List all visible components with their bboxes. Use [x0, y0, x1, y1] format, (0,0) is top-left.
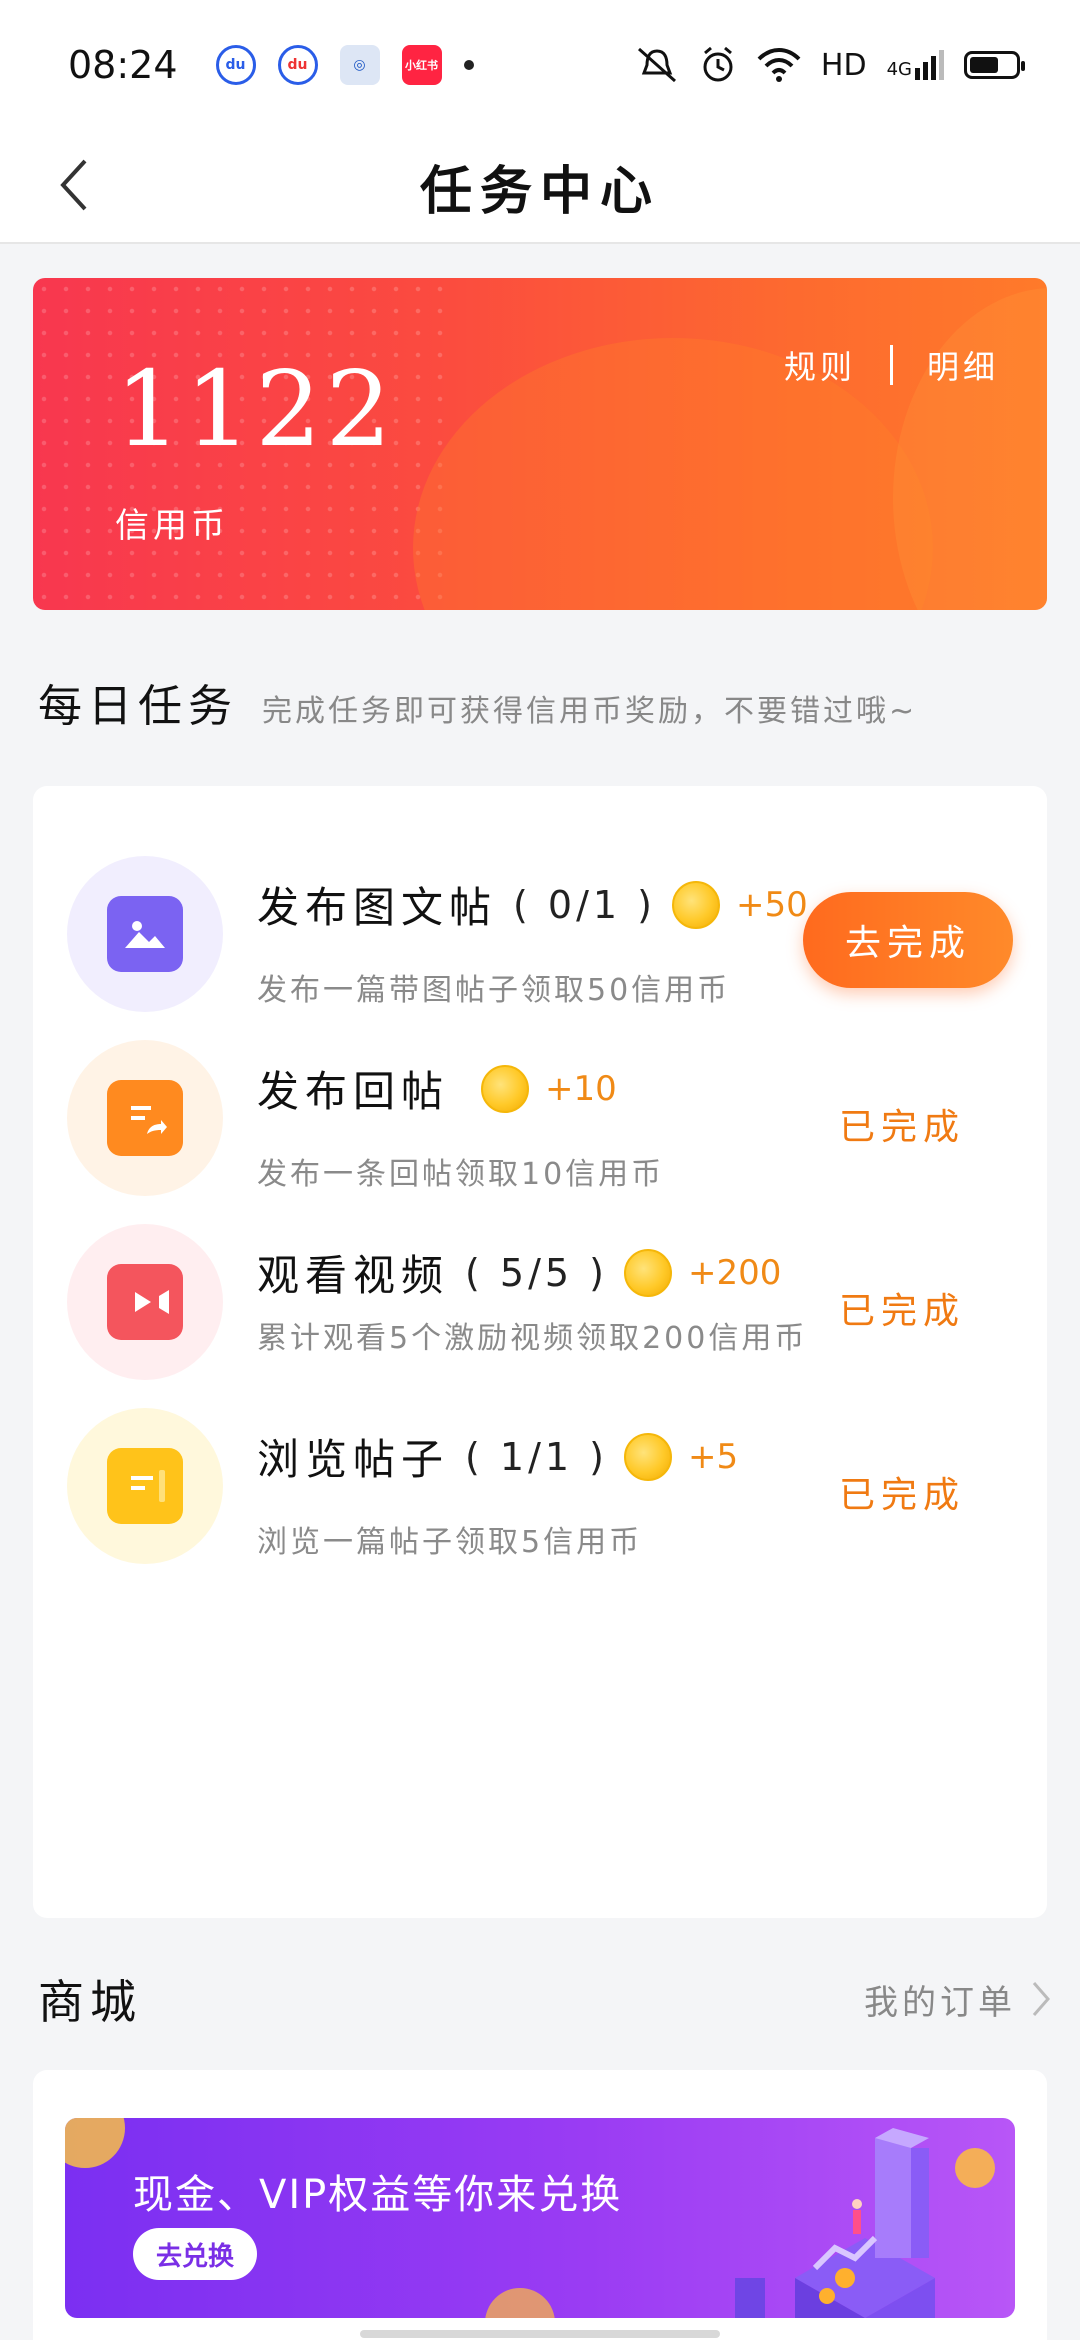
- banner-decoration: [65, 2118, 125, 2168]
- task-title-row: 发布图文帖 ( 0/1 ) +50: [257, 874, 808, 935]
- coin-icon: [671, 880, 720, 929]
- task-description: 浏览一篇帖子领取5信用币: [257, 1525, 643, 1560]
- task-title: 发布图文帖: [257, 883, 498, 932]
- status-time: 08:24: [68, 43, 178, 87]
- task-progress: ( 1/1 ): [465, 1434, 608, 1479]
- reply-document-icon: [107, 1080, 183, 1156]
- task-title-row: 观看视频 ( 5/5 ) +200: [257, 1242, 781, 1303]
- signal-bar: [915, 68, 920, 80]
- task-reward: +200: [687, 1252, 782, 1293]
- task-completed-status: 已完成: [838, 1107, 965, 1148]
- coin-balance-amount: 1122: [115, 348, 396, 470]
- coin-balance-banner: 1122 信用币 规则 明细: [33, 278, 1047, 610]
- video-camera-icon: [107, 1264, 183, 1340]
- chevron-right-icon: [1032, 1982, 1050, 2016]
- rules-link[interactable]: 规则: [784, 342, 856, 388]
- document-icon: [107, 1448, 183, 1524]
- task-title-row: 发布回帖 +10: [257, 1058, 617, 1119]
- signal-bar: [939, 50, 944, 80]
- app-header: 任务中心: [0, 130, 1080, 244]
- network-type-label: HD: [820, 47, 867, 83]
- banner-decoration: [955, 2148, 995, 2188]
- baidu-app-icon-2: du: [277, 45, 318, 85]
- app-notification-icon: ◎: [339, 45, 380, 85]
- task-reward: +50: [735, 884, 808, 925]
- status-left: 08:24 du du ◎ 小红书: [68, 43, 474, 87]
- task-reward: +5: [687, 1436, 739, 1477]
- xiaohongshu-app-icon: 小红书: [401, 45, 442, 85]
- shop-card: 现金、VIP权益等你来兑换 去兑换: [33, 2070, 1047, 2340]
- isometric-building-illustration: [735, 2128, 935, 2318]
- task-title: 观看视频: [257, 1251, 450, 1300]
- back-button[interactable]: [38, 150, 108, 220]
- shop-header: 商城 我的订单: [38, 1964, 1052, 2034]
- image-icon: [107, 896, 183, 972]
- task-title: 发布回帖: [257, 1067, 450, 1116]
- battery-icon: [964, 51, 1025, 79]
- page-title: 任务中心: [419, 161, 660, 222]
- banner-decoration: [893, 288, 1047, 610]
- my-orders-label: 我的订单: [864, 1982, 1016, 2023]
- redeem-button[interactable]: 去兑换: [133, 2228, 257, 2280]
- task-title: 浏览帖子: [257, 1435, 450, 1484]
- divider: [889, 345, 893, 385]
- status-right: HD 4G: [635, 45, 1025, 85]
- signal-label: 4G: [886, 59, 912, 80]
- signal-indicator: 4G: [887, 50, 944, 80]
- task-item: 浏览帖子 ( 1/1 ) +5 浏览一篇帖子领取5信用币 已完成: [33, 1338, 1047, 1598]
- coin-icon: [623, 1432, 672, 1481]
- daily-tasks-subtitle: 完成任务即可获得信用币奖励，不要错过哦~: [262, 694, 918, 729]
- baidu-app-icon: du: [215, 45, 256, 85]
- alarm-icon: [703, 46, 733, 82]
- task-reward: +10: [545, 1068, 617, 1109]
- mute-bell-icon: [637, 47, 676, 83]
- more-notifications-dot: [463, 60, 474, 70]
- daily-tasks-header: 每日任务 完成任务即可获得信用币奖励，不要错过哦~: [38, 670, 917, 734]
- home-indicator[interactable]: [360, 2330, 720, 2338]
- coin-icon: [623, 1248, 672, 1297]
- signal-bar: [931, 56, 936, 80]
- coin-balance-unit: 信用币: [115, 506, 229, 546]
- shop-promo-text: 现金、VIP权益等你来兑换: [133, 2172, 623, 2218]
- task-list: 发布图文帖 ( 0/1 ) +50 发布一篇带图帖子领取50信用币 去完成 发布…: [33, 786, 1047, 1918]
- banner-links: 规则 明细: [784, 342, 999, 388]
- daily-tasks-title: 每日任务: [38, 681, 238, 732]
- status-bar: 08:24 du du ◎ 小红书 HD 4G: [0, 0, 1080, 130]
- task-completed-status: 已完成: [838, 1475, 965, 1516]
- task-progress: ( 5/5 ): [465, 1250, 608, 1295]
- task-title-row: 浏览帖子 ( 1/1 ) +5: [257, 1426, 738, 1487]
- shop-title: 商城: [38, 1975, 142, 2029]
- coin-icon: [481, 1064, 530, 1113]
- shop-promo-banner[interactable]: 现金、VIP权益等你来兑换 去兑换: [65, 2118, 1015, 2318]
- signal-bar: [923, 62, 928, 80]
- details-link[interactable]: 明细: [927, 342, 999, 388]
- task-completed-status: 已完成: [838, 1291, 965, 1332]
- chevron-left-icon: [60, 159, 87, 211]
- my-orders-link[interactable]: 我的订单: [864, 1975, 1052, 2024]
- banner-decoration: [485, 2288, 555, 2318]
- task-icon-container: [67, 1408, 223, 1564]
- wifi-icon: [757, 48, 801, 82]
- task-progress: ( 0/1 ): [513, 882, 656, 927]
